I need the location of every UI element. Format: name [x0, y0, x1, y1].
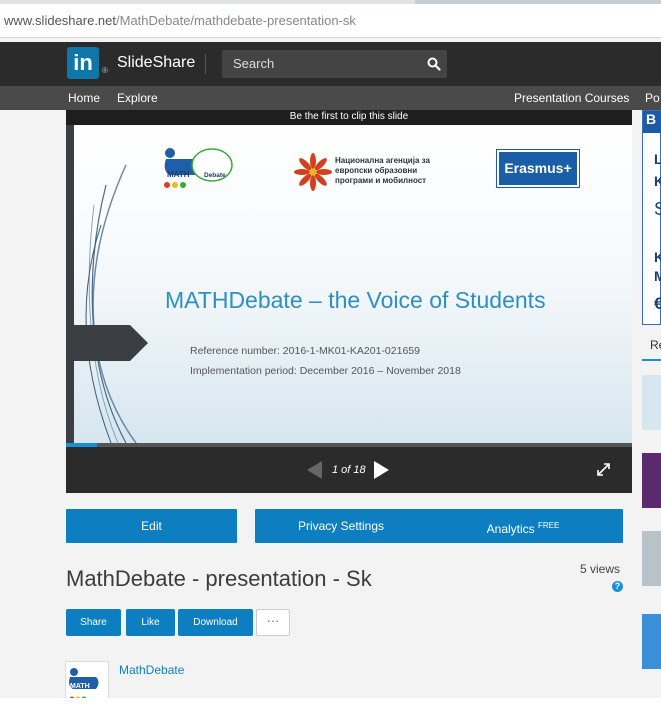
related-thumbnail[interactable] — [642, 531, 661, 586]
slide-canvas[interactable]: MATH Debate Национална агенција за европ… — [66, 125, 632, 443]
like-button[interactable]: Like — [126, 609, 175, 636]
brand-name[interactable]: SlideShare — [117, 54, 195, 72]
ad-text-line: L — [654, 151, 661, 167]
view-count: 5 views — [580, 562, 621, 576]
site-header: in ® SlideShare Search — [0, 42, 661, 86]
erasmus-logo: Erasmus+ — [497, 150, 579, 187]
nav-explore[interactable]: Explore — [117, 91, 158, 105]
author-link[interactable]: MathDebate — [119, 663, 184, 677]
share-button[interactable]: Share — [66, 609, 121, 636]
analytics-button[interactable]: Analytics FREE — [423, 509, 623, 543]
ad-header: B — [643, 111, 661, 133]
related-tab-underline — [642, 359, 661, 361]
next-slide-icon[interactable] — [373, 460, 391, 480]
registered-mark: ® — [102, 66, 108, 75]
browser-url-bar[interactable]: www.slideshare.net/MathDebate/mathdebate… — [0, 0, 661, 38]
related-thumbnail[interactable] — [642, 453, 661, 508]
math-logo-text: MATH — [167, 170, 190, 179]
analytics-label: Analytics — [486, 522, 535, 536]
browser-tab-strip — [0, 0, 661, 4]
search-input[interactable]: Search — [222, 50, 447, 78]
search-placeholder: Search — [233, 56, 275, 71]
edit-button[interactable]: Edit — [66, 509, 237, 543]
agency-flower-icon — [294, 153, 332, 191]
page-indicator: 1 of 18 — [332, 464, 366, 476]
related-tab[interactable]: Re — [650, 338, 661, 352]
nav-home[interactable]: Home — [68, 91, 100, 105]
ad-text-line: € — [654, 294, 661, 313]
prev-slide-icon[interactable] — [306, 460, 324, 480]
clip-banner[interactable]: Be the first to clip this slide — [66, 110, 632, 125]
slide-implementation: Implementation period: December 2016 – N… — [190, 365, 461, 377]
url-text[interactable]: www.slideshare.net/MathDebate/mathdebate… — [4, 13, 356, 28]
math-logo-sub: Debate — [204, 172, 226, 179]
main-nav: Home Explore Presentation Courses Po — [0, 86, 661, 110]
bottom-page-strip — [0, 698, 661, 711]
presentation-title: MathDebate - presentation - Sk — [66, 566, 372, 591]
agency-name: Национална агенција за европски образовн… — [335, 156, 430, 185]
svg-text:MATH: MATH — [70, 683, 90, 690]
slide-arrow-shape — [66, 325, 148, 361]
sidebar-ad[interactable]: B L K S K M € — [642, 110, 661, 325]
fullscreen-icon[interactable] — [596, 462, 611, 477]
linkedin-logo[interactable]: in — [67, 47, 99, 79]
ad-text-line: K — [654, 173, 661, 189]
search-icon[interactable] — [427, 57, 441, 71]
nav-presentation-courses[interactable]: Presentation Courses — [514, 91, 629, 105]
related-thumbnail[interactable] — [642, 614, 661, 669]
privacy-settings-button[interactable]: Privacy Settings — [255, 509, 427, 543]
download-button[interactable]: Download — [178, 609, 253, 636]
analytics-free-badge: FREE — [538, 521, 560, 530]
url-host: www.slideshare.net — [4, 13, 116, 28]
player-controls: 1 of 18 — [66, 447, 632, 493]
url-path: /MathDebate/mathdebate-presentation-sk — [116, 13, 356, 28]
ad-text-line: M — [654, 268, 661, 284]
related-thumbnail[interactable] — [642, 375, 661, 430]
nav-truncated-item[interactable]: Po — [645, 91, 660, 105]
slide-player: Be the first to clip this slide MATH Deb… — [66, 110, 632, 493]
header-divider — [205, 54, 206, 74]
slide-reference: Reference number: 2016-1-MK01-KA201-0216… — [190, 345, 420, 357]
ad-text-line: K — [654, 249, 661, 265]
mathdebate-logo — [164, 148, 233, 188]
slide-title: MATHDebate – the Voice of Students — [165, 287, 546, 313]
ad-text-line: S — [654, 199, 661, 219]
help-icon[interactable]: ? — [612, 581, 623, 592]
more-options-button[interactable]: ··· — [256, 609, 290, 636]
